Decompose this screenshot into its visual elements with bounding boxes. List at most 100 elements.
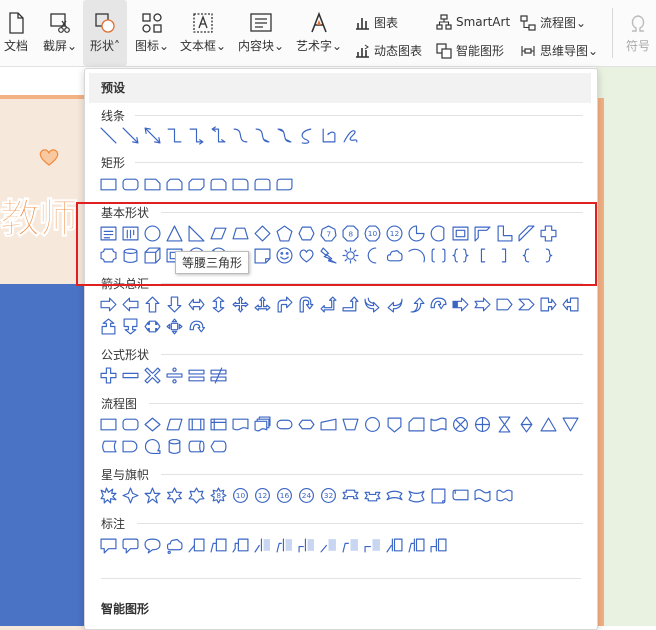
scribble-shape[interactable]: [339, 124, 361, 146]
down-arrow-callout-shape[interactable]: [119, 315, 141, 337]
flowchart-connector-shape[interactable]: [361, 413, 383, 435]
flowchart-alternate-process-shape[interactable]: [119, 413, 141, 435]
curved-arrow-connector-shape[interactable]: [251, 124, 273, 146]
flowchart-manual-operation-shape[interactable]: [339, 413, 361, 435]
flowchart-document-shape[interactable]: [229, 413, 251, 435]
flowchart-sequential-access-storage-shape[interactable]: [141, 435, 163, 457]
snip-diagonal-rectangle-shape[interactable]: [185, 173, 207, 195]
line-callout-1-shape[interactable]: [185, 534, 207, 556]
snip-same-side-rectangle-shape[interactable]: [163, 173, 185, 195]
quad-arrow-shape[interactable]: [229, 293, 251, 315]
curved-ribbon-down-shape[interactable]: [405, 484, 427, 506]
flowchart-button[interactable]: 流程图 ⌄: [520, 14, 586, 31]
textbox-button[interactable]: 文本框⌄: [178, 0, 228, 66]
line-callout-2-no-border-shape[interactable]: [339, 534, 361, 556]
flowchart-internal-storage-shape[interactable]: [207, 413, 229, 435]
flowchart-summing-junction-shape[interactable]: [449, 413, 471, 435]
flowchart-predefined-process-shape[interactable]: [185, 413, 207, 435]
rounded-rectangular-callout-shape[interactable]: [119, 534, 141, 556]
round-diagonal-rectangle-shape[interactable]: [273, 173, 295, 195]
flowchart-extract-shape[interactable]: [537, 413, 559, 435]
star-7-shape[interactable]: [185, 484, 207, 506]
flowchart-data-shape[interactable]: [163, 413, 185, 435]
plus-shape[interactable]: [97, 364, 119, 386]
bent-arrow-shape[interactable]: [273, 293, 295, 315]
line-callout-1-accent-bar-shape[interactable]: [251, 534, 273, 556]
circular-arrow-shape[interactable]: [185, 315, 207, 337]
flowchart-merge-shape[interactable]: [559, 413, 581, 435]
flowchart-card-shape[interactable]: [405, 413, 427, 435]
smartart-button[interactable]: SmartArt: [436, 14, 510, 30]
star-6-shape[interactable]: [163, 484, 185, 506]
star-32-shape[interactable]: 32: [317, 484, 339, 506]
vertical-scroll-shape[interactable]: [427, 484, 449, 506]
mindmap-button[interactable]: 思维导图 ⌄: [520, 42, 598, 59]
curved-connector-shape[interactable]: [229, 124, 251, 146]
content-block-button[interactable]: 内容块⌄: [234, 0, 288, 66]
division-shape[interactable]: [163, 364, 185, 386]
left-right-up-arrow-shape[interactable]: [251, 293, 273, 315]
star-8-shape[interactable]: 8: [207, 484, 229, 506]
line-callout-3-accent-bar-shape[interactable]: [295, 534, 317, 556]
symbol-button[interactable]: 符号: [620, 0, 656, 66]
line-callout-2-border-accent-shape[interactable]: [405, 534, 427, 556]
rounded-rectangle-shape[interactable]: [119, 173, 141, 195]
curved-right-arrow-shape[interactable]: [361, 293, 383, 315]
flowchart-punched-tape-shape[interactable]: [427, 413, 449, 435]
shape-button[interactable]: 形状˄: [83, 0, 127, 66]
flowchart-stored-data-shape[interactable]: [97, 435, 119, 457]
double-wave-shape[interactable]: [493, 484, 515, 506]
up-arrow-callout-shape[interactable]: [97, 315, 119, 337]
left-right-arrow-shape[interactable]: [185, 293, 207, 315]
flowchart-process-shape[interactable]: [97, 413, 119, 435]
pentagon-arrow-shape[interactable]: [493, 293, 515, 315]
doc-button[interactable]: 文档: [0, 0, 32, 66]
flowchart-preparation-shape[interactable]: [295, 413, 317, 435]
line-callout-3-border-accent-shape[interactable]: [427, 534, 449, 556]
ribbon-up-shape[interactable]: [339, 484, 361, 506]
line-callout-1-no-border-shape[interactable]: [317, 534, 339, 556]
snip-single-corner-rectangle-shape[interactable]: [141, 173, 163, 195]
flowchart-terminator-shape[interactable]: [273, 413, 295, 435]
elbow-double-arrow-connector-shape[interactable]: [207, 124, 229, 146]
line-shape[interactable]: [97, 124, 119, 146]
flowchart-direct-access-storage-shape[interactable]: [185, 435, 207, 457]
star-24-shape[interactable]: 24: [295, 484, 317, 506]
ribbon-down-shape[interactable]: [361, 484, 383, 506]
right-arrow-callout-shape[interactable]: [537, 293, 559, 315]
curved-ribbon-up-shape[interactable]: [383, 484, 405, 506]
rectangle-shape[interactable]: [97, 173, 119, 195]
elbow-arrow-connector-shape[interactable]: [185, 124, 207, 146]
round-single-corner-rectangle-shape[interactable]: [229, 173, 251, 195]
curve-shape[interactable]: [295, 124, 317, 146]
flowchart-manual-input-shape[interactable]: [317, 413, 339, 435]
chart-button[interactable]: 图表: [354, 14, 398, 31]
left-up-arrow-shape[interactable]: [317, 293, 339, 315]
curved-up-arrow-shape[interactable]: [405, 293, 427, 315]
curved-double-arrow-connector-shape[interactable]: [273, 124, 295, 146]
smart-graphic-button[interactable]: 智能图形: [436, 42, 504, 59]
u-turn-arrow-shape[interactable]: [295, 293, 317, 315]
curved-left-arrow-shape[interactable]: [383, 293, 405, 315]
curved-down-arrow-shape[interactable]: [427, 293, 449, 315]
line-callout-1-border-accent-shape[interactable]: [383, 534, 405, 556]
flowchart-offpage-connector-shape[interactable]: [383, 413, 405, 435]
round-same-side-rectangle-shape[interactable]: [251, 173, 273, 195]
flowchart-display-shape[interactable]: [207, 435, 229, 457]
quad-arrow-callout-shape[interactable]: [163, 315, 185, 337]
flowchart-sort-shape[interactable]: [515, 413, 537, 435]
up-arrow-shape[interactable]: [141, 293, 163, 315]
flowchart-decision-shape[interactable]: [141, 413, 163, 435]
notched-right-arrow-shape[interactable]: [471, 293, 493, 315]
line-callout-2-accent-bar-shape[interactable]: [273, 534, 295, 556]
line-callout-3-no-border-shape[interactable]: [361, 534, 383, 556]
bent-up-arrow-shape[interactable]: [339, 293, 361, 315]
flowchart-multidocument-shape[interactable]: [251, 413, 273, 435]
chevron-shape[interactable]: [515, 293, 537, 315]
arrow-line-shape[interactable]: [119, 124, 141, 146]
flowchart-magnetic-disk-shape[interactable]: [163, 435, 185, 457]
wordart-button[interactable]: 艺术字⌄: [292, 0, 346, 66]
horizontal-scroll-shape[interactable]: [449, 484, 471, 506]
wave-shape[interactable]: [471, 484, 493, 506]
snip-round-rectangle-shape[interactable]: [207, 173, 229, 195]
